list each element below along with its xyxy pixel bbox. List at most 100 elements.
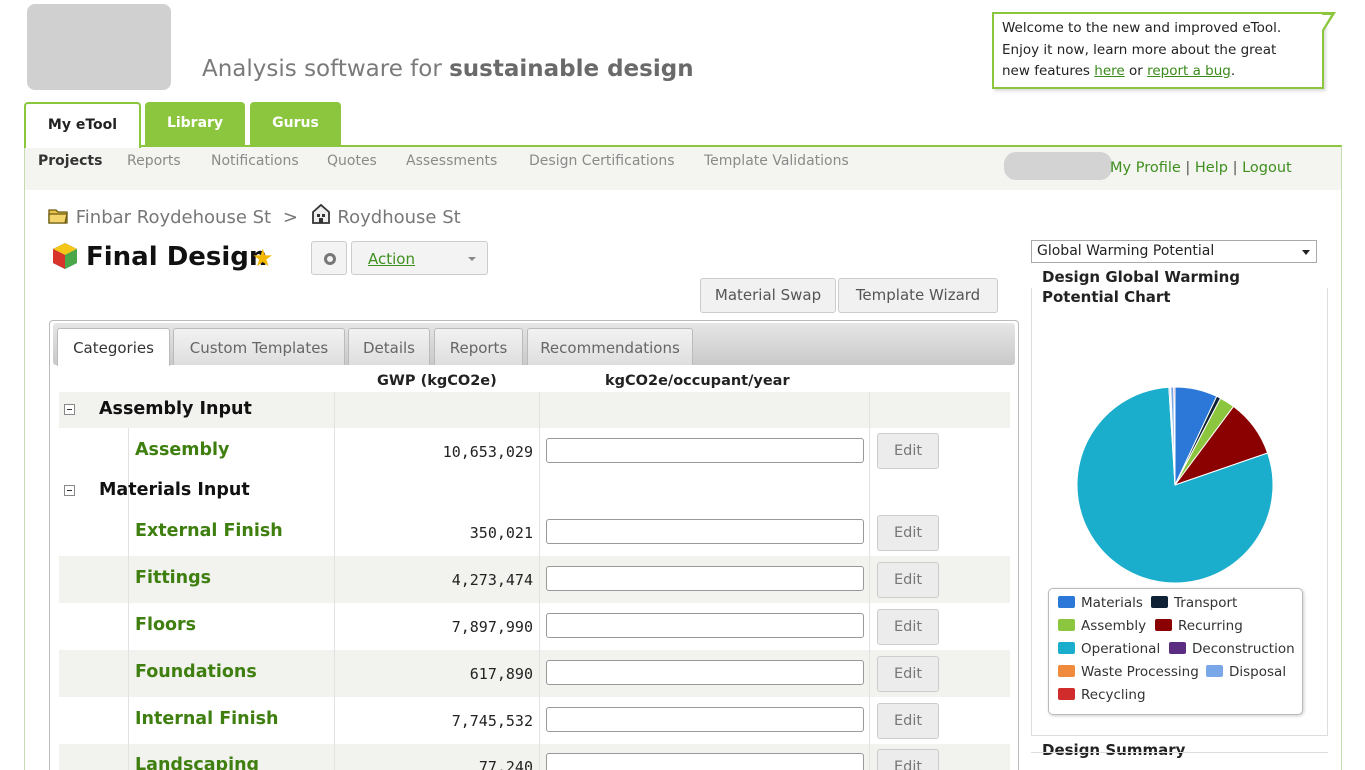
report-bug-link[interactable]: report a bug bbox=[1147, 63, 1231, 79]
design-summary-container bbox=[1031, 752, 1328, 770]
category-floors[interactable]: Floors bbox=[135, 615, 196, 635]
user-links: My Profile | Help | Logout bbox=[1110, 160, 1292, 176]
gwp-pie-chart bbox=[1076, 386, 1274, 584]
tagline: Analysis software for sustainable design bbox=[202, 56, 694, 82]
legend-swatch bbox=[1169, 642, 1186, 654]
chevron-down-icon bbox=[1302, 250, 1310, 255]
tab-categories[interactable]: Categories bbox=[57, 328, 170, 366]
category-foundations[interactable]: Foundations bbox=[135, 662, 257, 682]
building-icon bbox=[310, 203, 332, 230]
edit-button-floors[interactable]: Edit bbox=[877, 609, 939, 645]
my-profile-link[interactable]: My Profile bbox=[1110, 160, 1181, 176]
welcome-line-3: new features here or report a bug. bbox=[1002, 63, 1236, 79]
welcome-bubble: Welcome to the new and improved eTool. E… bbox=[992, 12, 1336, 89]
legend-item: Waste Processing bbox=[1058, 664, 1199, 680]
collapse-assembly-input-icon[interactable] bbox=[64, 404, 75, 415]
column-header-gwp: GWP (kgCO2e) bbox=[377, 373, 497, 389]
edit-button-fittings[interactable]: Edit bbox=[877, 562, 939, 598]
edit-button-assembly[interactable]: Edit bbox=[877, 433, 939, 469]
edit-button-landscaping[interactable]: Edit bbox=[877, 749, 939, 770]
legend-item: Operational bbox=[1058, 641, 1160, 657]
legend-item: Materials bbox=[1058, 595, 1143, 611]
occupant-input-assembly[interactable] bbox=[546, 438, 864, 463]
legend-item: Recycling bbox=[1058, 687, 1146, 703]
gwp-value-assembly: 10,653,029 bbox=[442, 443, 533, 461]
legend-item: Transport bbox=[1151, 595, 1237, 611]
material-swap-button[interactable]: Material Swap bbox=[700, 278, 836, 313]
group-title-materials-input: Materials Input bbox=[99, 480, 250, 500]
legend-swatch bbox=[1058, 688, 1075, 700]
user-name-badge bbox=[1004, 152, 1112, 180]
legend-item: Deconstruction bbox=[1169, 641, 1295, 657]
occupant-input-fittings[interactable] bbox=[546, 566, 864, 591]
edit-button-internal-finish[interactable]: Edit bbox=[877, 703, 939, 739]
category-landscaping[interactable]: Landscaping bbox=[135, 755, 259, 770]
template-wizard-button[interactable]: Template Wizard bbox=[838, 278, 998, 313]
column-header-occupant: kgCO2e/occupant/year bbox=[605, 373, 790, 389]
subnav-template-validations[interactable]: Template Validations bbox=[704, 153, 849, 169]
action-dropdown[interactable]: Action bbox=[351, 241, 488, 275]
legend-item: Recurring bbox=[1155, 618, 1243, 634]
gwp-value-foundations: 617,890 bbox=[469, 665, 533, 683]
design-cube-icon bbox=[50, 241, 80, 275]
occupant-input-landscaping[interactable] bbox=[546, 753, 864, 770]
breadcrumb: Finbar Roydehouse St > Roydhouse St bbox=[48, 203, 461, 230]
breadcrumb-project[interactable]: Finbar Roydehouse St bbox=[76, 207, 271, 228]
category-internal-finish[interactable]: Internal Finish bbox=[135, 709, 278, 729]
legend-swatch bbox=[1058, 596, 1075, 608]
subnav-notifications[interactable]: Notifications bbox=[211, 153, 299, 169]
welcome-line-1: Welcome to the new and improved eTool. bbox=[1002, 20, 1282, 36]
category-assembly[interactable]: Assembly bbox=[135, 440, 229, 460]
subnav-assessments[interactable]: Assessments bbox=[406, 153, 497, 169]
gwp-value-fittings: 4,273,474 bbox=[451, 571, 533, 589]
occupant-input-foundations[interactable] bbox=[546, 660, 864, 685]
gwp-value-floors: 7,897,990 bbox=[451, 618, 533, 636]
occupant-input-floors[interactable] bbox=[546, 613, 864, 638]
etool-logo[interactable] bbox=[27, 4, 171, 90]
edit-button-external-finish[interactable]: Edit bbox=[877, 515, 939, 551]
tab-reports[interactable]: Reports bbox=[434, 328, 523, 365]
tab-details[interactable]: Details bbox=[348, 328, 430, 365]
chevron-down-icon bbox=[468, 257, 476, 261]
legend-swatch bbox=[1151, 596, 1168, 608]
category-fittings[interactable]: Fittings bbox=[135, 568, 211, 588]
edit-button-foundations[interactable]: Edit bbox=[877, 656, 939, 692]
collapse-materials-input-icon[interactable] bbox=[64, 485, 75, 496]
subnav-design-certifications[interactable]: Design Certifications bbox=[529, 153, 675, 169]
chart-legend: Materials Transport Assembly Recurring O… bbox=[1048, 588, 1303, 715]
gwp-value-landscaping: 77,240 bbox=[478, 758, 533, 770]
occupant-input-internal-finish[interactable] bbox=[546, 707, 864, 732]
subnav-projects[interactable]: Projects bbox=[38, 153, 102, 169]
tab-custom-templates[interactable]: Custom Templates bbox=[173, 328, 345, 365]
tab-gurus[interactable]: Gurus bbox=[250, 102, 341, 146]
gwp-value-external-finish: 350,021 bbox=[469, 524, 533, 542]
category-external-finish[interactable]: External Finish bbox=[135, 521, 283, 541]
subnav-quotes[interactable]: Quotes bbox=[327, 153, 377, 169]
tab-my-etool[interactable]: My eTool bbox=[24, 102, 141, 148]
logout-link[interactable]: Logout bbox=[1242, 160, 1292, 176]
legend-swatch bbox=[1058, 642, 1075, 654]
subnav-reports[interactable]: Reports bbox=[127, 153, 181, 169]
categories-panel bbox=[49, 320, 1019, 770]
folder-icon bbox=[48, 207, 70, 230]
occupant-input-external-finish[interactable] bbox=[546, 519, 864, 544]
legend-item: Disposal bbox=[1206, 664, 1286, 680]
group-title-assembly-input: Assembly Input bbox=[99, 399, 252, 419]
welcome-line-2: Enjoy it now, learn more about the great bbox=[1002, 41, 1277, 58]
favorite-star-icon[interactable]: ★ bbox=[252, 244, 274, 272]
legend-swatch bbox=[1155, 619, 1172, 631]
tab-library[interactable]: Library bbox=[145, 102, 245, 146]
legend-swatch bbox=[1058, 619, 1075, 631]
metric-select[interactable]: Global Warming Potential bbox=[1031, 240, 1317, 263]
settings-button[interactable] bbox=[311, 241, 347, 275]
gwp-value-internal-finish: 7,745,532 bbox=[451, 712, 533, 730]
here-link[interactable]: here bbox=[1094, 63, 1124, 79]
legend-item: Assembly bbox=[1058, 618, 1146, 634]
legend-swatch bbox=[1058, 665, 1075, 677]
breadcrumb-site[interactable]: Roydhouse St bbox=[337, 207, 460, 228]
tab-recommendations[interactable]: Recommendations bbox=[527, 328, 693, 365]
legend-swatch bbox=[1206, 665, 1223, 677]
gear-icon bbox=[324, 253, 336, 265]
page-title: Final Design bbox=[86, 242, 268, 272]
help-link[interactable]: Help bbox=[1195, 160, 1228, 176]
